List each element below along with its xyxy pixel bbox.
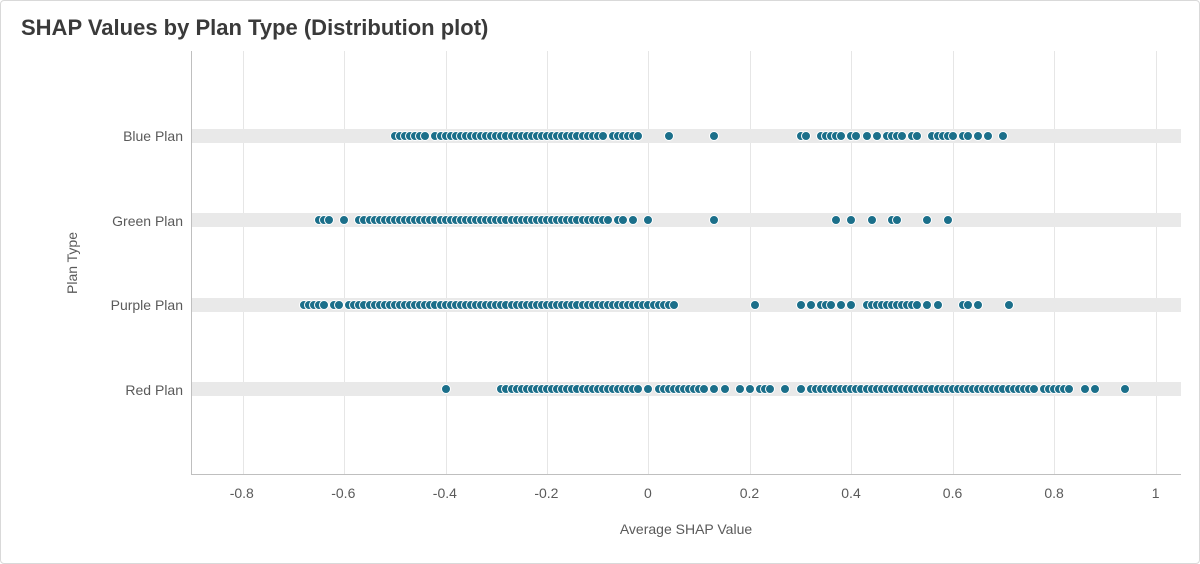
- x-tick-label: -0.2: [534, 485, 558, 501]
- data-point: [334, 300, 344, 310]
- x-tick-label: -0.6: [331, 485, 355, 501]
- data-point: [319, 300, 329, 310]
- data-point: [836, 300, 846, 310]
- data-point: [963, 300, 973, 310]
- data-point: [862, 131, 872, 141]
- data-point: [872, 131, 882, 141]
- data-point: [801, 131, 811, 141]
- x-tick-label: -0.8: [230, 485, 254, 501]
- data-point: [948, 131, 958, 141]
- gridline: [446, 51, 447, 474]
- row-band: [192, 129, 1181, 143]
- x-tick-label: 1: [1152, 485, 1160, 501]
- plot-area: [191, 51, 1181, 475]
- y-tick-label: Green Plan: [112, 213, 183, 229]
- chart-title: SHAP Values by Plan Type (Distribution p…: [21, 15, 1181, 41]
- data-point: [796, 300, 806, 310]
- gridline: [344, 51, 345, 474]
- data-point: [664, 131, 674, 141]
- gridline: [547, 51, 548, 474]
- data-point: [1080, 384, 1090, 394]
- x-axis-ticks: -0.8 -0.6 -0.4 -0.2 0 0.2 0.4 0.6 0.8 1: [191, 485, 1181, 505]
- data-point: [806, 300, 816, 310]
- x-tick-label: 0.4: [841, 485, 860, 501]
- gridline: [851, 51, 852, 474]
- data-point: [709, 131, 719, 141]
- data-point: [933, 300, 943, 310]
- x-axis-title: Average SHAP Value: [191, 521, 1181, 537]
- data-point: [963, 131, 973, 141]
- chart-card: SHAP Values by Plan Type (Distribution p…: [0, 0, 1200, 564]
- gridline: [750, 51, 751, 474]
- data-point: [973, 300, 983, 310]
- y-axis-title: Plan Type: [61, 51, 83, 475]
- data-point: [983, 131, 993, 141]
- y-tick-label: Red Plan: [125, 382, 183, 398]
- plot-wrap: Plan Type Blue Plan Green Plan Purple Plan…: [61, 51, 1181, 545]
- data-point: [720, 384, 730, 394]
- data-point: [867, 215, 877, 225]
- data-point: [598, 131, 608, 141]
- data-point: [826, 300, 836, 310]
- data-point: [603, 215, 613, 225]
- data-point: [897, 131, 907, 141]
- x-tick-label: 0.8: [1044, 485, 1063, 501]
- y-tick-label: Blue Plan: [123, 128, 183, 144]
- data-point: [851, 131, 861, 141]
- data-point: [796, 384, 806, 394]
- gridline: [1054, 51, 1055, 474]
- data-point: [1004, 300, 1014, 310]
- y-tick-label: Purple Plan: [111, 297, 183, 313]
- data-point: [836, 131, 846, 141]
- data-point: [973, 131, 983, 141]
- data-point: [750, 300, 760, 310]
- data-point: [633, 131, 643, 141]
- gridline: [648, 51, 649, 474]
- data-point: [669, 300, 679, 310]
- gridline: [953, 51, 954, 474]
- x-tick-label: 0.2: [740, 485, 759, 501]
- data-point: [420, 131, 430, 141]
- x-tick-label: -0.4: [433, 485, 457, 501]
- data-point: [943, 215, 953, 225]
- gridline: [1156, 51, 1157, 474]
- x-tick-label: 0.6: [943, 485, 962, 501]
- x-tick-label: 0: [644, 485, 652, 501]
- gridline: [243, 51, 244, 474]
- data-point: [912, 131, 922, 141]
- data-point: [441, 384, 451, 394]
- y-axis-labels: Blue Plan Green Plan Purple Plan Red Plan: [83, 51, 191, 475]
